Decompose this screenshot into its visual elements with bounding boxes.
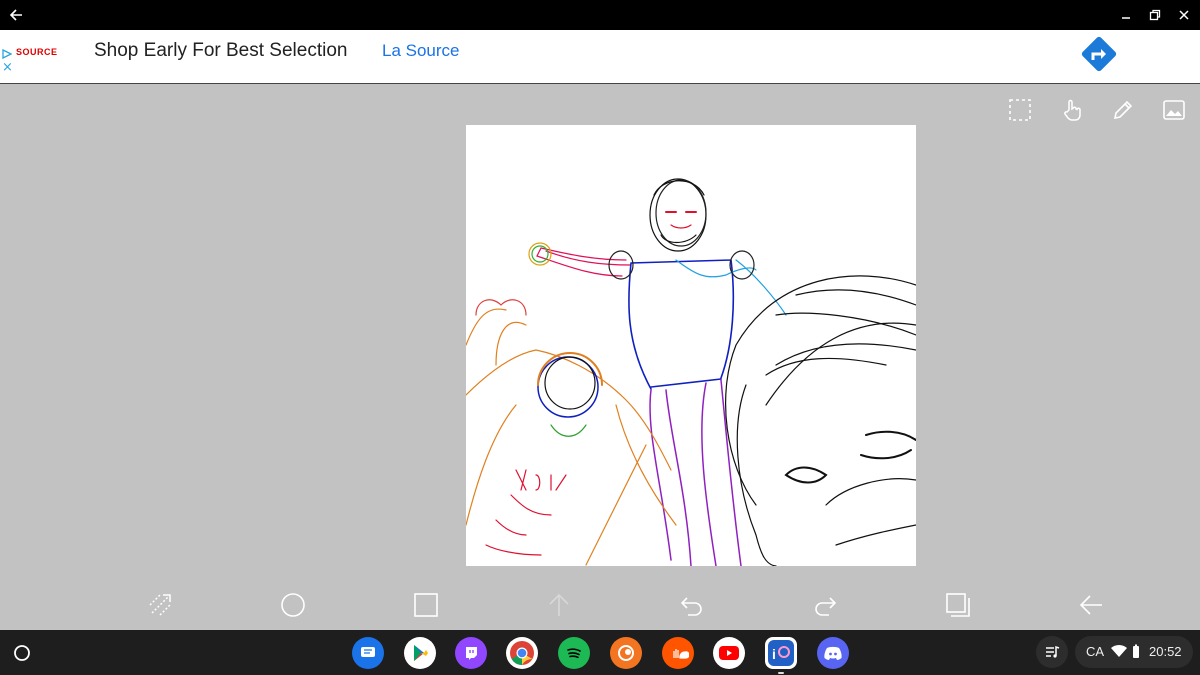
chrome-icon[interactable] (506, 637, 538, 669)
ad-headline[interactable]: Shop Early For Best Selection (94, 40, 347, 62)
undo-icon[interactable] (677, 590, 707, 620)
ad-banner[interactable]: × SOURCE Shop Early For Best Selection L… (0, 30, 1200, 84)
ad-brand-logo: SOURCE (16, 47, 58, 57)
soundcloud-icon[interactable] (662, 637, 694, 669)
window-titlebar (0, 0, 1200, 30)
redo-icon[interactable] (810, 590, 840, 620)
ibis-paint-icon[interactable]: i (765, 637, 797, 674)
square-icon[interactable] (411, 590, 441, 620)
canvas-area (0, 85, 1200, 630)
spotify-icon[interactable] (558, 637, 590, 669)
ad-advertiser[interactable]: La Source (382, 41, 460, 61)
clock: 20:52 (1149, 644, 1182, 659)
transform-icon[interactable] (145, 590, 175, 620)
wifi-icon (1111, 644, 1127, 661)
circle-icon[interactable] (278, 590, 308, 620)
twitch-icon[interactable] (455, 637, 487, 669)
youtube-icon[interactable] (713, 637, 745, 669)
up-arrow-icon[interactable] (544, 590, 574, 620)
status-area[interactable]: CA 20:52 (1075, 636, 1193, 668)
ad-close-button[interactable]: × (2, 60, 13, 75)
battery-icon (1131, 644, 1141, 663)
pencil-icon[interactable] (1109, 96, 1137, 124)
layers-icon[interactable] (943, 590, 973, 620)
messages-icon[interactable] (352, 637, 384, 669)
crunchyroll-icon[interactable] (610, 637, 642, 669)
launcher-icon[interactable] (6, 637, 38, 669)
drawing-canvas[interactable] (466, 125, 916, 566)
back-arrow-icon[interactable] (1076, 590, 1106, 620)
restore-icon[interactable] (1143, 3, 1167, 27)
system-shelf: i CA 20:52 (0, 630, 1200, 675)
discord-icon[interactable] (817, 637, 849, 669)
minimize-icon[interactable] (1114, 3, 1138, 27)
touch-icon[interactable] (1058, 96, 1086, 124)
play-store-icon[interactable] (404, 637, 436, 669)
sketch-drawing (466, 178, 916, 566)
ad-choices-icon[interactable] (2, 46, 13, 60)
svg-text:i: i (772, 646, 776, 662)
close-icon[interactable] (1172, 3, 1196, 27)
back-arrow-icon[interactable] (4, 3, 28, 27)
selection-icon[interactable] (1006, 96, 1034, 124)
keyboard-layout: CA (1086, 644, 1105, 659)
image-icon[interactable] (1160, 96, 1188, 124)
ad-directions-icon[interactable] (1078, 33, 1120, 75)
media-playlist-icon[interactable] (1036, 636, 1068, 668)
